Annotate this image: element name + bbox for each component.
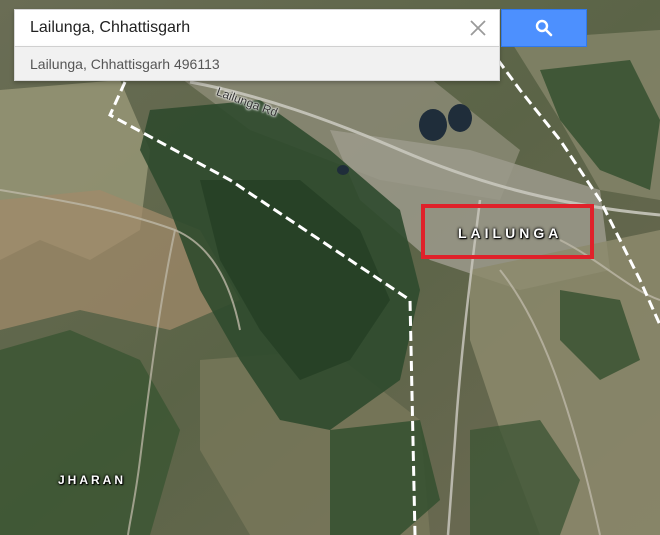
- pond: [337, 165, 349, 175]
- place-label-lailunga[interactable]: LAILUNGA: [458, 225, 562, 241]
- place-label-jharan[interactable]: JHARAN: [58, 473, 126, 487]
- pond: [448, 104, 472, 132]
- pond: [419, 109, 447, 141]
- search-button[interactable]: [501, 9, 587, 47]
- clear-button[interactable]: [457, 10, 499, 46]
- search-icon: [535, 19, 553, 37]
- close-icon: [470, 20, 486, 36]
- suggestion-text: Lailunga, Chhattisgarh 496113: [30, 56, 220, 72]
- suggestion-item[interactable]: Lailunga, Chhattisgarh 496113: [14, 47, 500, 81]
- search-input[interactable]: [15, 10, 470, 46]
- search-box: [14, 9, 500, 47]
